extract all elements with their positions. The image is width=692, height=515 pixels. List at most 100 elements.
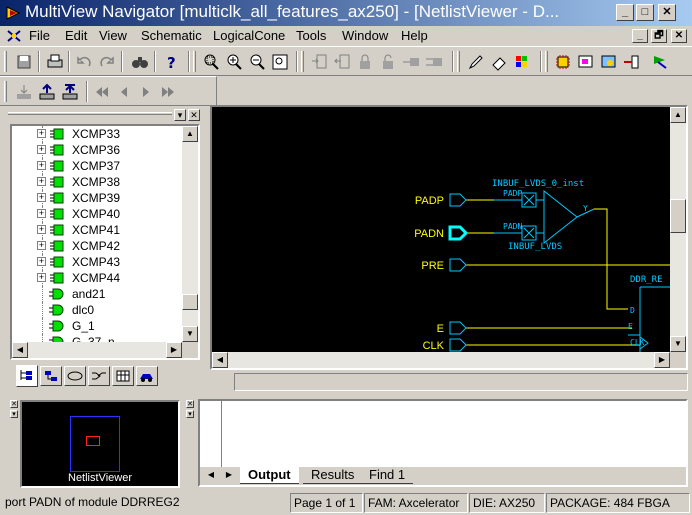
print-icon[interactable] [45, 52, 65, 72]
scroll-thumb[interactable] [182, 294, 198, 310]
redo-icon[interactable] [97, 52, 117, 72]
table-tab-icon[interactable] [112, 366, 134, 386]
menu-schematic[interactable]: Schematic [141, 28, 202, 43]
inbuf-lvds-symbol[interactable] [494, 189, 595, 245]
schematic-view[interactable]: PADP PADN PRE E CLK INBUF_LVDS_0_inst PA… [210, 105, 688, 370]
next-icon[interactable] [136, 82, 156, 102]
ddr-register-symbol[interactable] [639, 286, 670, 352]
mdi-restore-button[interactable]: 🗗 [651, 29, 667, 43]
mux-tab-icon[interactable] [88, 366, 110, 386]
hier-top-icon[interactable] [60, 82, 80, 102]
menu-help[interactable]: Help [401, 28, 428, 43]
thumbnail-menu-button[interactable]: ▾ [10, 410, 18, 418]
scroll-up-button[interactable]: ▲ [182, 126, 198, 142]
find-icon[interactable] [130, 52, 150, 72]
mdi-close-button[interactable]: ✕ [671, 29, 687, 43]
maximize-button[interactable]: □ [636, 4, 654, 21]
schematic-horizontal-scrollbar[interactable]: ◀ ▶ [212, 352, 670, 368]
panel-close-button[interactable]: ✕ [188, 109, 200, 121]
tree-item[interactable]: G_1 [12, 318, 182, 334]
scroll-right-button[interactable]: ▶ [654, 352, 670, 368]
lock-icon[interactable] [355, 52, 375, 72]
tree-item[interactable]: + XCMP38 [12, 174, 182, 190]
select-icon[interactable] [576, 52, 596, 72]
cell-icon[interactable] [599, 52, 619, 72]
expand-toggle-icon[interactable]: + [37, 129, 46, 138]
tree-item[interactable]: + XCMP39 [12, 190, 182, 206]
zoom-in-icon[interactable] [224, 52, 244, 72]
flag-icon[interactable] [650, 52, 670, 72]
scroll-up-button[interactable]: ▲ [670, 107, 686, 123]
hier-up-icon[interactable] [37, 82, 57, 102]
minimize-button[interactable]: _ [616, 4, 634, 21]
help-icon[interactable]: ? [161, 52, 181, 72]
tree-item[interactable]: + XCMP33 [12, 126, 182, 142]
scroll-left-button[interactable]: ◀ [212, 352, 228, 368]
expand-toggle-icon[interactable]: + [37, 145, 46, 154]
expand-toggle-icon[interactable]: + [37, 257, 46, 266]
port-padp-symbol[interactable] [449, 193, 467, 207]
tree-item[interactable]: + XCMP37 [12, 158, 182, 174]
expand-toggle-icon[interactable]: + [37, 209, 46, 218]
output-close-button[interactable]: ✕ [186, 400, 194, 408]
menu-logicalcone[interactable]: LogicalCone [213, 28, 285, 43]
port-icon[interactable] [622, 52, 642, 72]
tab-output[interactable]: Output [240, 467, 299, 484]
prev-icon[interactable] [114, 82, 134, 102]
port-pre-symbol[interactable] [449, 258, 467, 272]
tree-item[interactable]: and21 [12, 286, 182, 302]
mdi-minimize-button[interactable]: _ [632, 29, 648, 43]
panel-menu-button[interactable]: ▾ [174, 109, 186, 121]
eraser-icon[interactable] [489, 52, 509, 72]
net-icon[interactable] [401, 52, 421, 72]
hier-down-icon[interactable] [14, 82, 34, 102]
menu-edit[interactable]: Edit [65, 28, 87, 43]
tree-item[interactable]: + XCMP44 [12, 270, 182, 286]
undo-icon[interactable] [74, 52, 94, 72]
expand-icon[interactable] [309, 52, 329, 72]
tree-horizontal-scrollbar[interactable]: ◀ ▶ [12, 342, 182, 358]
scroll-down-button[interactable]: ▼ [182, 326, 198, 342]
car-tab-icon[interactable] [136, 366, 158, 386]
tree-item[interactable]: G_37_n [12, 334, 182, 342]
colors-icon[interactable] [512, 52, 532, 72]
tab-find-1[interactable]: Find 1 [361, 467, 414, 484]
tree-vertical-scrollbar[interactable]: ▲ ▼ [182, 126, 198, 342]
viewport-rectangle[interactable] [86, 436, 100, 446]
output-menu-button[interactable]: ▾ [186, 410, 194, 418]
netlist-tab-icon[interactable] [40, 366, 62, 386]
toolbar-grip[interactable] [4, 51, 7, 72]
expand-toggle-icon[interactable]: + [37, 193, 46, 202]
expand-toggle-icon[interactable]: + [37, 241, 46, 250]
menu-window[interactable]: Window [342, 28, 388, 43]
expand-toggle-icon[interactable]: + [37, 273, 46, 282]
port-e-symbol[interactable] [449, 321, 467, 335]
schematic-vertical-scrollbar[interactable]: ▲ ▼ [670, 107, 686, 352]
output-panel[interactable]: ◀ ▶ Output Results Find 1 [198, 399, 688, 487]
expand-toggle-icon[interactable]: + [37, 225, 46, 234]
thumbnail-close-button[interactable]: ✕ [10, 400, 18, 408]
tab-scroll-left-icon[interactable]: ◀ [204, 469, 218, 483]
tab-results[interactable]: Results [303, 467, 363, 484]
port-padn-symbol[interactable] [448, 225, 469, 241]
menu-tools[interactable]: Tools [296, 28, 326, 43]
expand-toggle-icon[interactable]: + [37, 177, 46, 186]
zoom-area-icon[interactable] [201, 52, 221, 72]
chip-icon[interactable] [553, 52, 573, 72]
tree-item[interactable]: + XCMP40 [12, 206, 182, 222]
zoom-fit-icon[interactable] [270, 52, 290, 72]
tree-item[interactable]: dlc0 [12, 302, 182, 318]
scroll-down-button[interactable]: ▼ [670, 336, 686, 352]
first-icon[interactable] [92, 82, 112, 102]
last-icon[interactable] [158, 82, 178, 102]
document-icon[interactable] [6, 28, 22, 44]
scroll-right-button[interactable]: ▶ [166, 342, 182, 358]
hierarchy-tab-icon[interactable] [16, 365, 38, 387]
pencil-icon[interactable] [466, 52, 486, 72]
tree-item[interactable]: + XCMP36 [12, 142, 182, 158]
scroll-left-button[interactable]: ◀ [12, 342, 28, 358]
title-bar[interactable]: MultiView Navigator [multiclk_all_featur… [0, 0, 692, 26]
net2-icon[interactable] [424, 52, 444, 72]
unlock-icon[interactable] [378, 52, 398, 72]
zoom-out-icon[interactable] [247, 52, 267, 72]
